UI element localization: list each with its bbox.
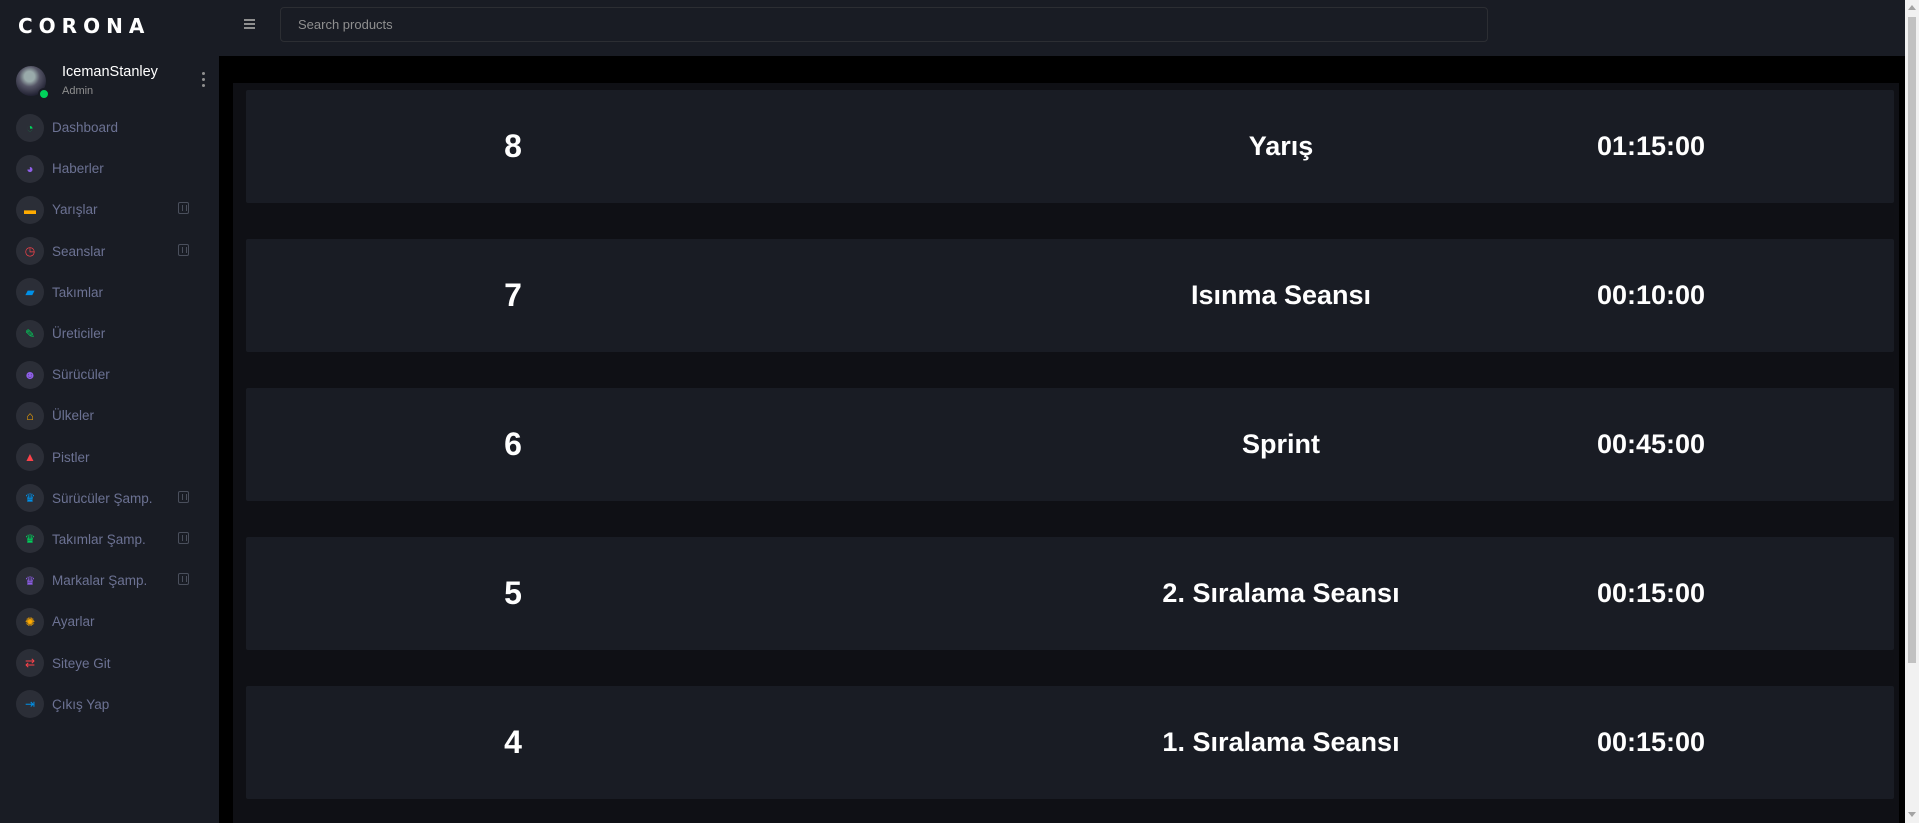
expand-arrow-icon[interactable] bbox=[178, 490, 189, 503]
sidebar-item-label: Ayarlar bbox=[52, 614, 95, 630]
session-number: 4 bbox=[504, 724, 522, 760]
sidebar-item-label: Haberler bbox=[52, 161, 104, 177]
sidebar-item-label: Takımlar bbox=[52, 284, 104, 300]
profile-name: IcemanStanley bbox=[62, 64, 158, 80]
sidebar-item-7[interactable]: ⌂ Ülkeler bbox=[0, 395, 219, 436]
profile-role: Admin bbox=[62, 85, 94, 97]
session-number: 5 bbox=[504, 575, 522, 611]
truck-icon: ▰ bbox=[16, 278, 44, 307]
expand-arrow-icon[interactable] bbox=[178, 202, 189, 215]
sidebar-item-label: Üreticiler bbox=[52, 326, 106, 342]
timer-icon: ◷ bbox=[16, 237, 44, 266]
top-navbar bbox=[219, 0, 1919, 56]
sidebar-item-14[interactable]: ⇥ Çıkış Yap bbox=[0, 684, 219, 725]
sidebar-item-label: Sürücüler bbox=[52, 367, 110, 383]
gear-icon: ✺ bbox=[16, 607, 44, 636]
sidebar-item-8[interactable]: ▲ Pistler bbox=[0, 437, 219, 478]
session-name: 1. Sıralama Seansı bbox=[1162, 727, 1400, 757]
scroll-down-arrow-icon[interactable] bbox=[1908, 812, 1916, 817]
menu-toggle-icon[interactable] bbox=[244, 19, 255, 29]
session-card[interactable]: 4 1. Sıralama Seansı 00:15:00 bbox=[246, 686, 1894, 799]
wrench-icon: ✎ bbox=[16, 319, 44, 348]
sidebar-item-label: Siteye Git bbox=[52, 655, 111, 671]
scroll-thumb[interactable] bbox=[1908, 17, 1916, 663]
home-icon: ⌂ bbox=[16, 401, 44, 430]
scroll-up-arrow-icon[interactable] bbox=[1908, 5, 1916, 10]
swap-icon: ⇄ bbox=[16, 649, 44, 678]
sidebar-item-3[interactable]: ◷ Seanslar bbox=[0, 231, 219, 272]
sidebar-item-label: Markalar Şamp. bbox=[52, 573, 148, 589]
sidebar-item-10[interactable]: ♛ Takımlar Şamp. bbox=[0, 519, 219, 560]
sidebar-item-label: Sürücüler Şamp. bbox=[52, 490, 153, 506]
speedometer-icon: ◔ bbox=[16, 113, 44, 142]
people-icon: ☻ bbox=[16, 360, 44, 389]
session-number: 7 bbox=[504, 277, 522, 313]
more-options-icon[interactable] bbox=[202, 72, 206, 88]
sidebar-item-4[interactable]: ▰ Takımlar bbox=[0, 272, 219, 313]
sidebar-item-9[interactable]: ♛ Sürücüler Şamp. bbox=[0, 478, 219, 519]
search-input[interactable] bbox=[280, 7, 1488, 42]
session-name: 2. Sıralama Seansı bbox=[1162, 578, 1400, 608]
sidebar-item-5[interactable]: ✎ Üreticiler bbox=[0, 313, 219, 354]
trophy-icon: ♛ bbox=[16, 525, 44, 554]
sidebar-item-label: Ülkeler bbox=[52, 408, 95, 424]
sidebar-item-2[interactable]: ▬ Yarışlar bbox=[0, 189, 219, 230]
sidebar-item-label: Seanslar bbox=[52, 243, 106, 259]
car-icon: ▬ bbox=[16, 195, 44, 224]
online-status-icon bbox=[38, 88, 50, 100]
session-duration: 00:45:00 bbox=[1596, 429, 1706, 459]
session-card[interactable]: 8 Yarış 01:15:00 bbox=[246, 90, 1894, 203]
session-duration: 00:10:00 bbox=[1596, 280, 1706, 310]
session-number: 6 bbox=[504, 426, 522, 462]
page-scrollbar[interactable] bbox=[1905, 0, 1919, 823]
gauge-icon: ◕ bbox=[16, 154, 44, 183]
trophy-icon: ♛ bbox=[16, 484, 44, 513]
logout-icon: ⇥ bbox=[16, 690, 44, 719]
session-name: Isınma Seansı bbox=[1190, 280, 1372, 310]
sidebar-item-0[interactable]: ◔ Dashboard bbox=[0, 107, 219, 148]
sidebar-item-12[interactable]: ✺ Ayarlar bbox=[0, 601, 219, 642]
sidebar-item-6[interactable]: ☻ Sürücüler bbox=[0, 354, 219, 395]
session-name: Sprint bbox=[1242, 429, 1320, 459]
sidebar-item-label: Çıkış Yap bbox=[52, 696, 110, 712]
sidebar-item-label: Takımlar Şamp. bbox=[52, 531, 146, 547]
session-card[interactable]: 7 Isınma Seansı 00:10:00 bbox=[246, 239, 1894, 352]
trophy-icon: ♛ bbox=[16, 566, 44, 595]
session-card[interactable]: 5 2. Sıralama Seansı 00:15:00 bbox=[246, 537, 1894, 650]
expand-arrow-icon[interactable] bbox=[178, 243, 189, 256]
sidebar-menu: ◔ Dashboard ◕ Haberler ▬ Yarışlar ◷ Seanslar ▰ Ta… bbox=[0, 107, 219, 725]
session-duration: 00:15:00 bbox=[1596, 578, 1706, 608]
sidebar: CORONA IcemanStanley Admin ◔ Dashboard ◕ Ha… bbox=[0, 0, 219, 823]
sidebar-item-1[interactable]: ◕ Haberler bbox=[0, 148, 219, 189]
session-card[interactable]: 6 Sprint 00:45:00 bbox=[246, 388, 1894, 501]
session-number: 8 bbox=[504, 128, 522, 164]
sidebar-item-11[interactable]: ♛ Markalar Şamp. bbox=[0, 560, 219, 601]
session-duration: 00:15:00 bbox=[1596, 727, 1706, 757]
sidebar-item-label: Dashboard bbox=[52, 120, 119, 136]
session-name: Yarış bbox=[1248, 131, 1314, 161]
sidebar-item-label: Yarışlar bbox=[52, 202, 98, 218]
user-profile[interactable]: IcemanStanley Admin bbox=[16, 64, 206, 100]
brand-logo[interactable]: CORONA bbox=[18, 14, 150, 38]
expand-arrow-icon[interactable] bbox=[178, 573, 189, 586]
sidebar-item-label: Pistler bbox=[52, 449, 90, 465]
road-icon: ▲ bbox=[16, 443, 44, 472]
sidebar-item-13[interactable]: ⇄ Siteye Git bbox=[0, 642, 219, 683]
session-duration: 01:15:00 bbox=[1596, 131, 1706, 161]
expand-arrow-icon[interactable] bbox=[178, 531, 189, 544]
